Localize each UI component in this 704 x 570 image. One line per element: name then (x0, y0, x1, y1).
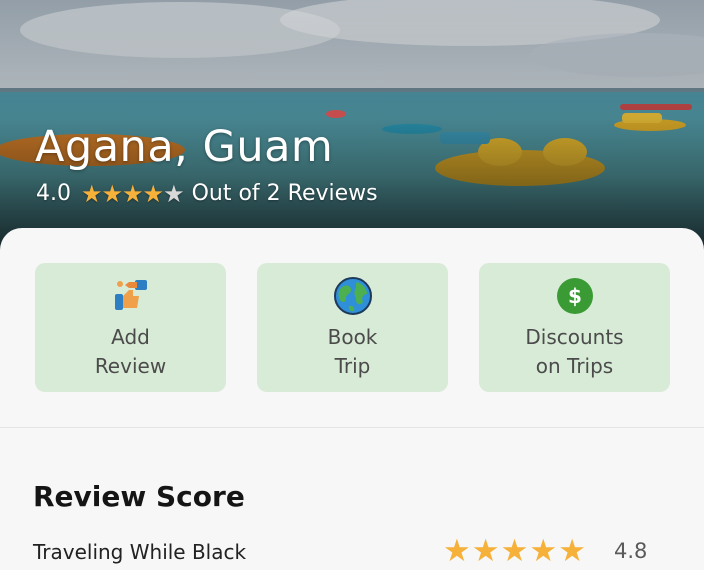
score-category-name: Traveling While Black (33, 540, 247, 564)
rating-stars: ★ ★ ★ ★ ★ (81, 179, 185, 208)
review-score-title: Review Score (33, 480, 245, 513)
star-icon: ★ (471, 533, 500, 569)
rating-value: 4.0 (36, 181, 71, 206)
review-count: Out of 2 Reviews (191, 181, 378, 206)
discounts-button[interactable]: $ Discounts on Trips (479, 263, 670, 392)
review-score-row: Traveling While Black ★ ★ ★ ★ ★ 4.8 (33, 536, 673, 570)
hero-banner: Agana, Guam 4.0 ★ ★ ★ ★ ★ Out of 2 Revie… (0, 0, 704, 262)
score-value: 4.8 (614, 539, 648, 563)
add-review-label: Add Review (94, 325, 167, 378)
star-icon: ★ (443, 533, 471, 569)
destination-title: Agana, Guam (35, 122, 334, 172)
content-sheet: Add Review Book Trip $ Discounts on Trip… (0, 228, 704, 570)
add-review-button[interactable]: Add Review (35, 263, 226, 392)
star-empty-icon: ★ (163, 179, 185, 208)
star-icon: ★ (529, 533, 558, 569)
star-icon: ★ (81, 179, 103, 208)
book-trip-label: Book Trip (327, 325, 378, 378)
star-icon: ★ (142, 179, 165, 208)
svg-text:$: $ (568, 284, 582, 308)
star-icon: ★ (101, 179, 124, 208)
book-trip-button[interactable]: Book Trip (257, 263, 448, 392)
dollar-icon: $ (554, 275, 596, 317)
score-stars: ★ ★ ★ ★ ★ (443, 536, 587, 567)
thumbs-review-icon (110, 275, 152, 317)
star-icon: ★ (500, 533, 529, 569)
star-icon: ★ (122, 179, 144, 208)
action-buttons: Add Review Book Trip $ Discounts on Trip… (35, 263, 670, 392)
destination-rating: 4.0 ★ ★ ★ ★ ★ Out of 2 Reviews (36, 181, 378, 206)
globe-icon (332, 275, 374, 317)
section-divider (0, 427, 704, 428)
star-icon: ★ (558, 533, 586, 569)
discounts-label: Discounts on Trips (525, 325, 624, 378)
